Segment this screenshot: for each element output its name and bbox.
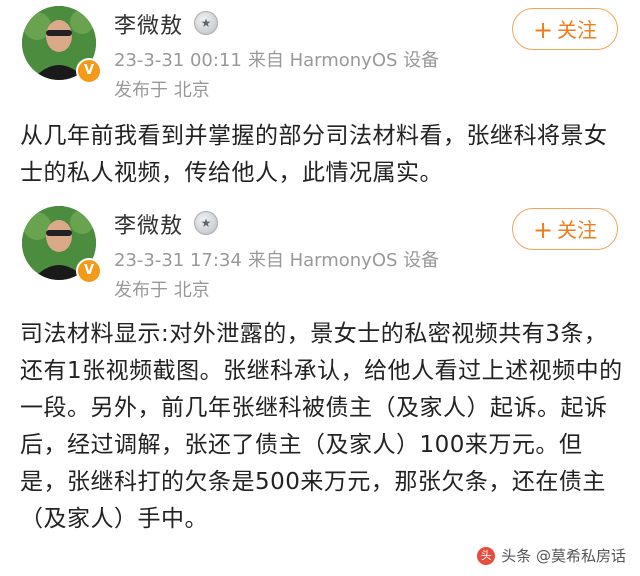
- author-name[interactable]: 李微敖: [114, 8, 183, 40]
- post-source: 来自 HarmonyOS 设备: [247, 250, 440, 271]
- post-location: 发布于 北京: [114, 280, 210, 301]
- plus-icon: +: [532, 16, 554, 44]
- post-timestamp: 23-3-31 00:11: [114, 50, 242, 71]
- watermark: 头 头条 @莫希私房话: [477, 545, 626, 566]
- author-name[interactable]: 李微敖: [114, 208, 183, 240]
- plus-icon: +: [532, 216, 554, 244]
- post-text: 从几年前我看到并掌握的部分司法材料看，张继科将景女士的私人视频，传给他人，此情况…: [20, 123, 608, 186]
- medal-icon[interactable]: ★: [194, 211, 218, 235]
- follow-label: 关注: [557, 18, 598, 42]
- post-timestamp: 23-3-31 17:34: [114, 250, 242, 271]
- medal-icon[interactable]: ★: [194, 11, 218, 35]
- post-meta: 23-3-31 00:11 来自 HarmonyOS 设备: [114, 46, 439, 72]
- watermark-text: 头条 @莫希私房话: [501, 547, 626, 565]
- follow-button[interactable]: + 关注: [512, 208, 618, 250]
- post-text: 司法材料显示:对外泄露的，景女士的私密视频共有3条，还有1张视频截图。张继科承认…: [20, 321, 623, 532]
- verified-badge-icon: V: [76, 258, 102, 284]
- post-location: 发布于 北京: [114, 80, 210, 101]
- post-meta: 23-3-31 17:34 来自 HarmonyOS 设备: [114, 246, 439, 272]
- toutiao-logo-icon: 头: [477, 546, 496, 565]
- follow-label: 关注: [557, 218, 598, 242]
- follow-button[interactable]: + 关注: [512, 8, 618, 50]
- verified-badge-icon: V: [76, 58, 102, 84]
- post-source: 来自 HarmonyOS 设备: [247, 50, 440, 71]
